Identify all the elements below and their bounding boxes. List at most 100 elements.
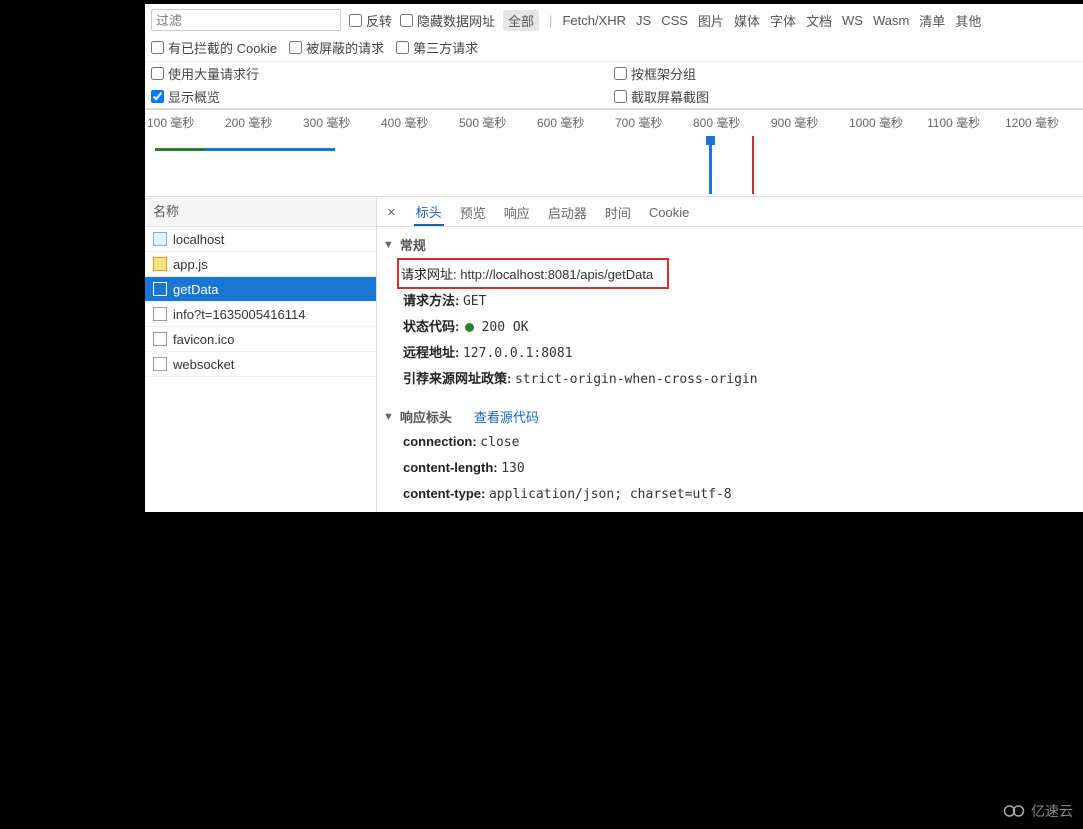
tick: 1100 毫秒	[927, 114, 1005, 134]
filter-css[interactable]: CSS	[661, 13, 688, 28]
group-by-frame-label: 按框架分组	[631, 64, 696, 83]
request-name: favicon.ico	[173, 332, 234, 347]
header-row-content-length: content-length: 130	[377, 456, 1083, 482]
file-icon	[153, 332, 167, 346]
blocked-cookies-checkbox[interactable]: 有已拦截的 Cookie	[151, 38, 277, 57]
request-name: websocket	[173, 357, 234, 372]
request-item-favicon[interactable]: favicon.ico	[145, 327, 376, 352]
referrer-value: strict-origin-when-cross-origin	[515, 372, 758, 387]
request-name: info?t=1635005416114	[173, 307, 305, 322]
request-item-localhost[interactable]: localhost	[145, 227, 376, 252]
filter-types: 全部 | Fetch/XHR JS CSS 图片 媒体 字体 文档 WS Was…	[503, 10, 981, 31]
large-rows-label: 使用大量请求行	[168, 64, 259, 83]
tab-preview[interactable]: 预览	[458, 200, 488, 225]
capture-screenshot-checkbox[interactable]: 截取屏幕截图	[614, 87, 709, 106]
tab-cookies[interactable]: Cookie	[647, 202, 691, 223]
filter-manifest[interactable]: 清单	[919, 11, 945, 30]
request-item-getdata[interactable]: getData	[145, 277, 376, 302]
status-ok-icon	[465, 323, 474, 332]
separator-icon: |	[549, 13, 552, 28]
group-by-frame-checkbox[interactable]: 按框架分组	[614, 64, 696, 83]
tab-initiator[interactable]: 启动器	[546, 200, 589, 225]
filter-all[interactable]: 全部	[503, 10, 539, 31]
status-code-row: 状态代码: 200 OK	[377, 315, 1083, 341]
filter-img[interactable]: 图片	[698, 11, 724, 30]
third-party-checkbox[interactable]: 第三方请求	[396, 38, 478, 57]
remote-address-row: 远程地址: 127.0.0.1:8081	[377, 341, 1083, 367]
large-rows-checkbox[interactable]: 使用大量请求行	[151, 64, 259, 83]
filter-other[interactable]: 其他	[955, 11, 981, 30]
filter-fetch-xhr[interactable]: Fetch/XHR	[562, 13, 626, 28]
request-detail-pane: × 标头 预览 响应 启动器 时间 Cookie ▼ 常规 请求网址: http…	[377, 198, 1083, 512]
section-general[interactable]: ▼ 常规	[377, 231, 1083, 258]
triangle-down-icon: ▼	[383, 411, 394, 423]
tab-timing[interactable]: 时间	[603, 200, 633, 225]
show-overview-checkbox[interactable]: 显示概览	[151, 87, 220, 106]
request-name: localhost	[173, 232, 224, 247]
remote-value: 127.0.0.1:8081	[463, 346, 573, 361]
referrer-policy-row: 引荐来源网址政策: strict-origin-when-cross-origi…	[377, 367, 1083, 393]
html-file-icon	[153, 232, 167, 246]
watermark: 亿速云	[1003, 801, 1073, 821]
method-label: 请求方法:	[403, 293, 459, 308]
header-key: connection:	[403, 434, 477, 449]
section-title: 常规	[400, 235, 426, 254]
tick: 900 毫秒	[771, 114, 849, 134]
timeline-overview[interactable]: 100 毫秒 200 毫秒 300 毫秒 400 毫秒 500 毫秒 600 毫…	[145, 109, 1083, 197]
timeline-bar-blue	[205, 148, 335, 151]
triangle-down-icon: ▼	[383, 239, 394, 251]
tab-headers[interactable]: 标头	[414, 199, 444, 226]
request-method-row: 请求方法: GET	[377, 289, 1083, 315]
request-item-appjs[interactable]: app.js	[145, 252, 376, 277]
request-url-label: 请求网址:	[401, 267, 457, 282]
detail-body: ▼ 常规 请求网址: http://localhost:8081/apis/ge…	[377, 227, 1083, 512]
tick: 1000 毫秒	[849, 114, 927, 134]
watermark-text: 亿速云	[1031, 801, 1073, 821]
tick: 800 毫秒	[693, 114, 771, 134]
timeline-bars	[145, 140, 1083, 188]
request-item-websocket[interactable]: websocket	[145, 352, 376, 377]
timeline-marker-domcontentloaded[interactable]	[709, 136, 712, 194]
request-url-highlight: 请求网址: http://localhost:8081/apis/getData	[397, 258, 669, 289]
referrer-label: 引荐来源网址政策:	[403, 371, 511, 386]
filter-font[interactable]: 字体	[770, 11, 796, 30]
view-source-link[interactable]: 查看源代码	[474, 407, 539, 426]
blocked-requests-label: 被屏蔽的请求	[306, 38, 384, 57]
filter-media[interactable]: 媒体	[734, 11, 760, 30]
tick: 700 毫秒	[615, 114, 693, 134]
xhr-file-icon	[153, 282, 167, 296]
invert-checkbox[interactable]: 反转	[349, 11, 392, 30]
watermark-logo-icon	[1003, 804, 1025, 818]
network-toolbar: 反转 隐藏数据网址 全部 | Fetch/XHR JS CSS 图片 媒体 字体…	[145, 4, 1083, 109]
section-response-headers[interactable]: ▼ 响应标头 查看源代码	[377, 403, 1083, 430]
filter-js[interactable]: JS	[636, 13, 651, 28]
request-url-value: http://localhost:8081/apis/getData	[460, 267, 653, 282]
request-list-pane: 名称 localhost app.js getData	[145, 198, 377, 512]
filter-ws[interactable]: WS	[842, 13, 863, 28]
tick: 300 毫秒	[303, 114, 381, 134]
detail-tabs: × 标头 预览 响应 启动器 时间 Cookie	[377, 198, 1083, 227]
blocked-requests-checkbox[interactable]: 被屏蔽的请求	[289, 38, 384, 57]
third-party-label: 第三方请求	[413, 38, 478, 57]
timeline-marker-load	[752, 136, 754, 194]
timeline-ticks: 100 毫秒 200 毫秒 300 毫秒 400 毫秒 500 毫秒 600 毫…	[145, 110, 1083, 134]
filter-doc[interactable]: 文档	[806, 11, 832, 30]
header-row-content-type: content-type: application/json; charset=…	[377, 482, 1083, 508]
invert-label: 反转	[366, 11, 392, 30]
header-row-connection: connection: close	[377, 430, 1083, 456]
tab-response[interactable]: 响应	[502, 200, 532, 225]
hide-data-urls-checkbox[interactable]: 隐藏数据网址	[400, 11, 495, 30]
capture-screenshot-label: 截取屏幕截图	[631, 87, 709, 106]
show-overview-label: 显示概览	[168, 87, 220, 106]
filter-input[interactable]	[151, 9, 341, 31]
filter-wasm[interactable]: Wasm	[873, 13, 909, 28]
request-list-header[interactable]: 名称	[145, 198, 376, 227]
js-file-icon	[153, 257, 167, 271]
tick: 600 毫秒	[537, 114, 615, 134]
request-list: localhost app.js getData info?t=16350054…	[145, 227, 376, 512]
close-icon[interactable]: ×	[383, 204, 400, 221]
request-item-info[interactable]: info?t=1635005416114	[145, 302, 376, 327]
method-value: GET	[463, 294, 486, 309]
status-label: 状态代码:	[403, 319, 459, 334]
status-value: 200 OK	[482, 320, 529, 335]
